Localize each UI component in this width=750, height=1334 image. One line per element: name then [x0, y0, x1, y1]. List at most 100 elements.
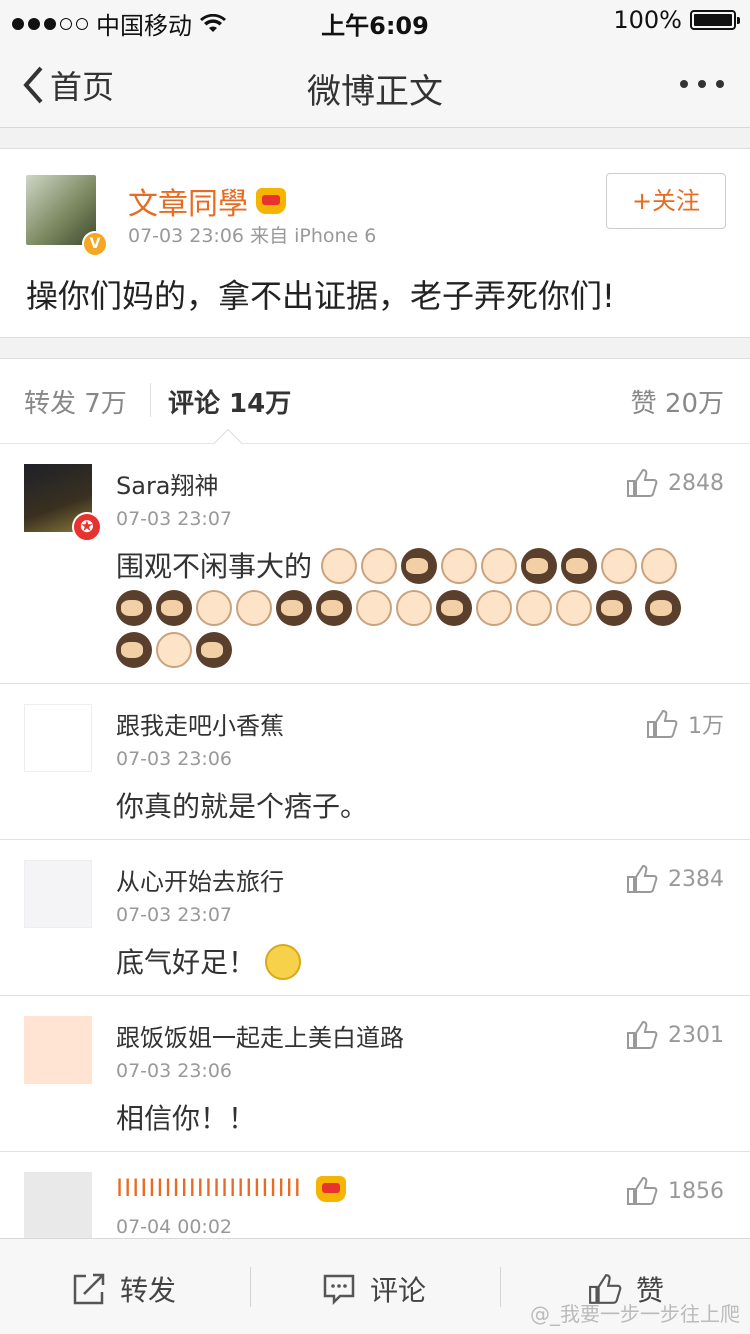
commenter-avatar[interactable] [24, 1016, 92, 1084]
like-count: 2848 [668, 470, 724, 496]
post-source: 来自 iPhone 6 [250, 225, 377, 247]
like-button[interactable]: 1856 [626, 1176, 724, 1206]
comment-icon [323, 1274, 355, 1306]
emoji-icon [196, 632, 232, 668]
comment-item[interactable]: 从心开始去旅行 07-03 23:07 2384 底气好足！ [0, 840, 750, 996]
emoji-icon [276, 590, 312, 626]
commenter-name[interactable]: 从心开始去旅行 [116, 862, 284, 897]
emoji-icon [520, 548, 557, 584]
comment-item[interactable]: 跟饭饭姐一起走上美白道路 07-03 23:06 2301 相信你！！ [0, 996, 750, 1152]
commenter-name[interactable]: 跟我走吧小香蕉 [116, 706, 284, 741]
author-name: 文章同學 [128, 187, 248, 222]
emoji-icon [360, 548, 397, 584]
commenter-avatar[interactable] [24, 860, 92, 928]
star-badge-icon: ✪ [72, 512, 102, 542]
status-bar: 中国移动 上午6:09 100% [0, 0, 750, 40]
comment-time: 07-04 00:02 [116, 1216, 233, 1238]
like-count: 1856 [668, 1178, 724, 1204]
post-tabs: 转发 7万 评论 14万 赞 20万 [0, 358, 750, 458]
emoji-icon [596, 590, 632, 626]
tab-comment[interactable]: 评论 14万 [168, 383, 291, 420]
like-button[interactable]: 2301 [626, 1020, 724, 1050]
comment-list: ✪ Sara翔神 07-03 23:07 2848 围观不闲事大的 跟我走吧小香… [0, 444, 750, 1252]
repost-label: 转发 [120, 1274, 177, 1307]
toolbar-divider [250, 1267, 251, 1307]
crown-icon [256, 188, 286, 214]
battery-icon [690, 10, 740, 30]
post-card: V 文章同學 07-03 23:06 来自 iPhone 6 +关注 操你们妈的… [0, 148, 750, 338]
comment-time: 07-03 23:06 [116, 1060, 233, 1082]
tab-repost[interactable]: 转发 7万 [24, 383, 127, 420]
emoji-icon [396, 590, 432, 626]
tab-like[interactable]: 赞 20万 [631, 383, 724, 420]
emoji-icon [640, 548, 677, 584]
post-content: 操你们妈的，拿不出证据，老子弄死你们! [26, 277, 615, 315]
emoji-icon [236, 590, 272, 626]
comment-button[interactable]: 评论 [322, 1269, 426, 1309]
comment-time: 07-03 23:07 [116, 904, 233, 926]
more-icon[interactable] [680, 80, 724, 88]
thumbs-up-icon [627, 864, 658, 893]
comment-time: 07-03 23:06 [116, 748, 233, 770]
emoji-icon [156, 590, 192, 626]
commenter-avatar[interactable] [24, 1172, 92, 1240]
comment-item[interactable]: ✪ Sara翔神 07-03 23:07 2848 围观不闲事大的 [0, 444, 750, 684]
like-button[interactable]: 2848 [626, 468, 724, 498]
thumbs-up-icon [647, 709, 678, 738]
page-title: 微博正文 [307, 72, 443, 112]
emoji-icon [156, 632, 192, 668]
post-meta: 07-03 23:06 来自 iPhone 6 [128, 221, 376, 248]
emoji-icon [560, 548, 597, 584]
commenter-name[interactable]: IIIIIIIIIIIIIIIIIIIIIII [116, 1174, 347, 1202]
comment-time: 07-03 23:07 [116, 508, 233, 530]
commenter-name[interactable]: Sara翔神 [116, 466, 219, 501]
commenter-avatar[interactable] [24, 704, 92, 772]
thumbs-up-icon [627, 1020, 658, 1049]
emoji-icon [600, 548, 637, 584]
comment-text: 你真的就是个痞子。 [116, 790, 369, 823]
emoji-icon [320, 548, 357, 584]
comment-label: 评论 [370, 1274, 427, 1307]
like-count: 2301 [668, 1022, 724, 1048]
repost-button[interactable]: 转发 [72, 1269, 176, 1309]
comment-item[interactable]: IIIIIIIIIIIIIIIIIIIIIII 07-04 00:02 1856 [0, 1152, 750, 1252]
thumbs-up-icon [627, 468, 658, 497]
emoji-icon [116, 632, 152, 668]
emoji-icon [556, 590, 592, 626]
comment-text-body: 围观不闲事大的 [116, 550, 313, 583]
battery-percent: 100% [613, 6, 682, 34]
crown-icon [316, 1176, 347, 1202]
emoji-icon [644, 590, 681, 626]
emoji-icon [476, 590, 512, 626]
comment-item[interactable]: 跟我走吧小香蕉 07-03 23:06 1万 你真的就是个痞子。 [0, 684, 750, 840]
watermark: @_我要一步一步往上爬 [530, 1302, 740, 1326]
follow-button[interactable]: +关注 [606, 173, 726, 229]
status-right: 100% [613, 6, 740, 34]
post-time: 07-03 23:06 [128, 225, 245, 247]
emoji-icon [516, 590, 552, 626]
tab-divider [150, 383, 151, 417]
nav-bar: 首页 微博正文 [0, 40, 750, 128]
comment-text: 围观不闲事大的 [116, 546, 716, 672]
emoji-icon [436, 590, 472, 626]
author-name-row[interactable]: 文章同學 [128, 179, 286, 223]
emoji-icon [116, 590, 152, 626]
like-count: 2384 [668, 866, 724, 892]
like-button[interactable]: 1万 [646, 708, 724, 740]
like-button[interactable]: 2384 [626, 864, 724, 894]
comment-text: 底气好足！ [116, 942, 716, 984]
emoji-icon [400, 548, 437, 584]
emoji-icon [264, 944, 301, 980]
repost-icon [73, 1273, 105, 1305]
verified-v-icon: V [82, 231, 108, 257]
emoji-icon [196, 590, 232, 626]
like-count: 1万 [688, 714, 724, 739]
emoji-icon [316, 590, 352, 626]
comment-text: 相信你！！ [116, 1102, 257, 1135]
comment-text-body: 底气好足！ [116, 946, 257, 979]
commenter-name[interactable]: 跟饭饭姐一起走上美白道路 [116, 1018, 404, 1053]
commenter-name-text: IIIIIIIIIIIIIIIIIIIIIII [116, 1174, 302, 1202]
toolbar-divider [500, 1267, 501, 1307]
thumbs-up-icon [627, 1176, 658, 1205]
emoji-icon [356, 590, 392, 626]
